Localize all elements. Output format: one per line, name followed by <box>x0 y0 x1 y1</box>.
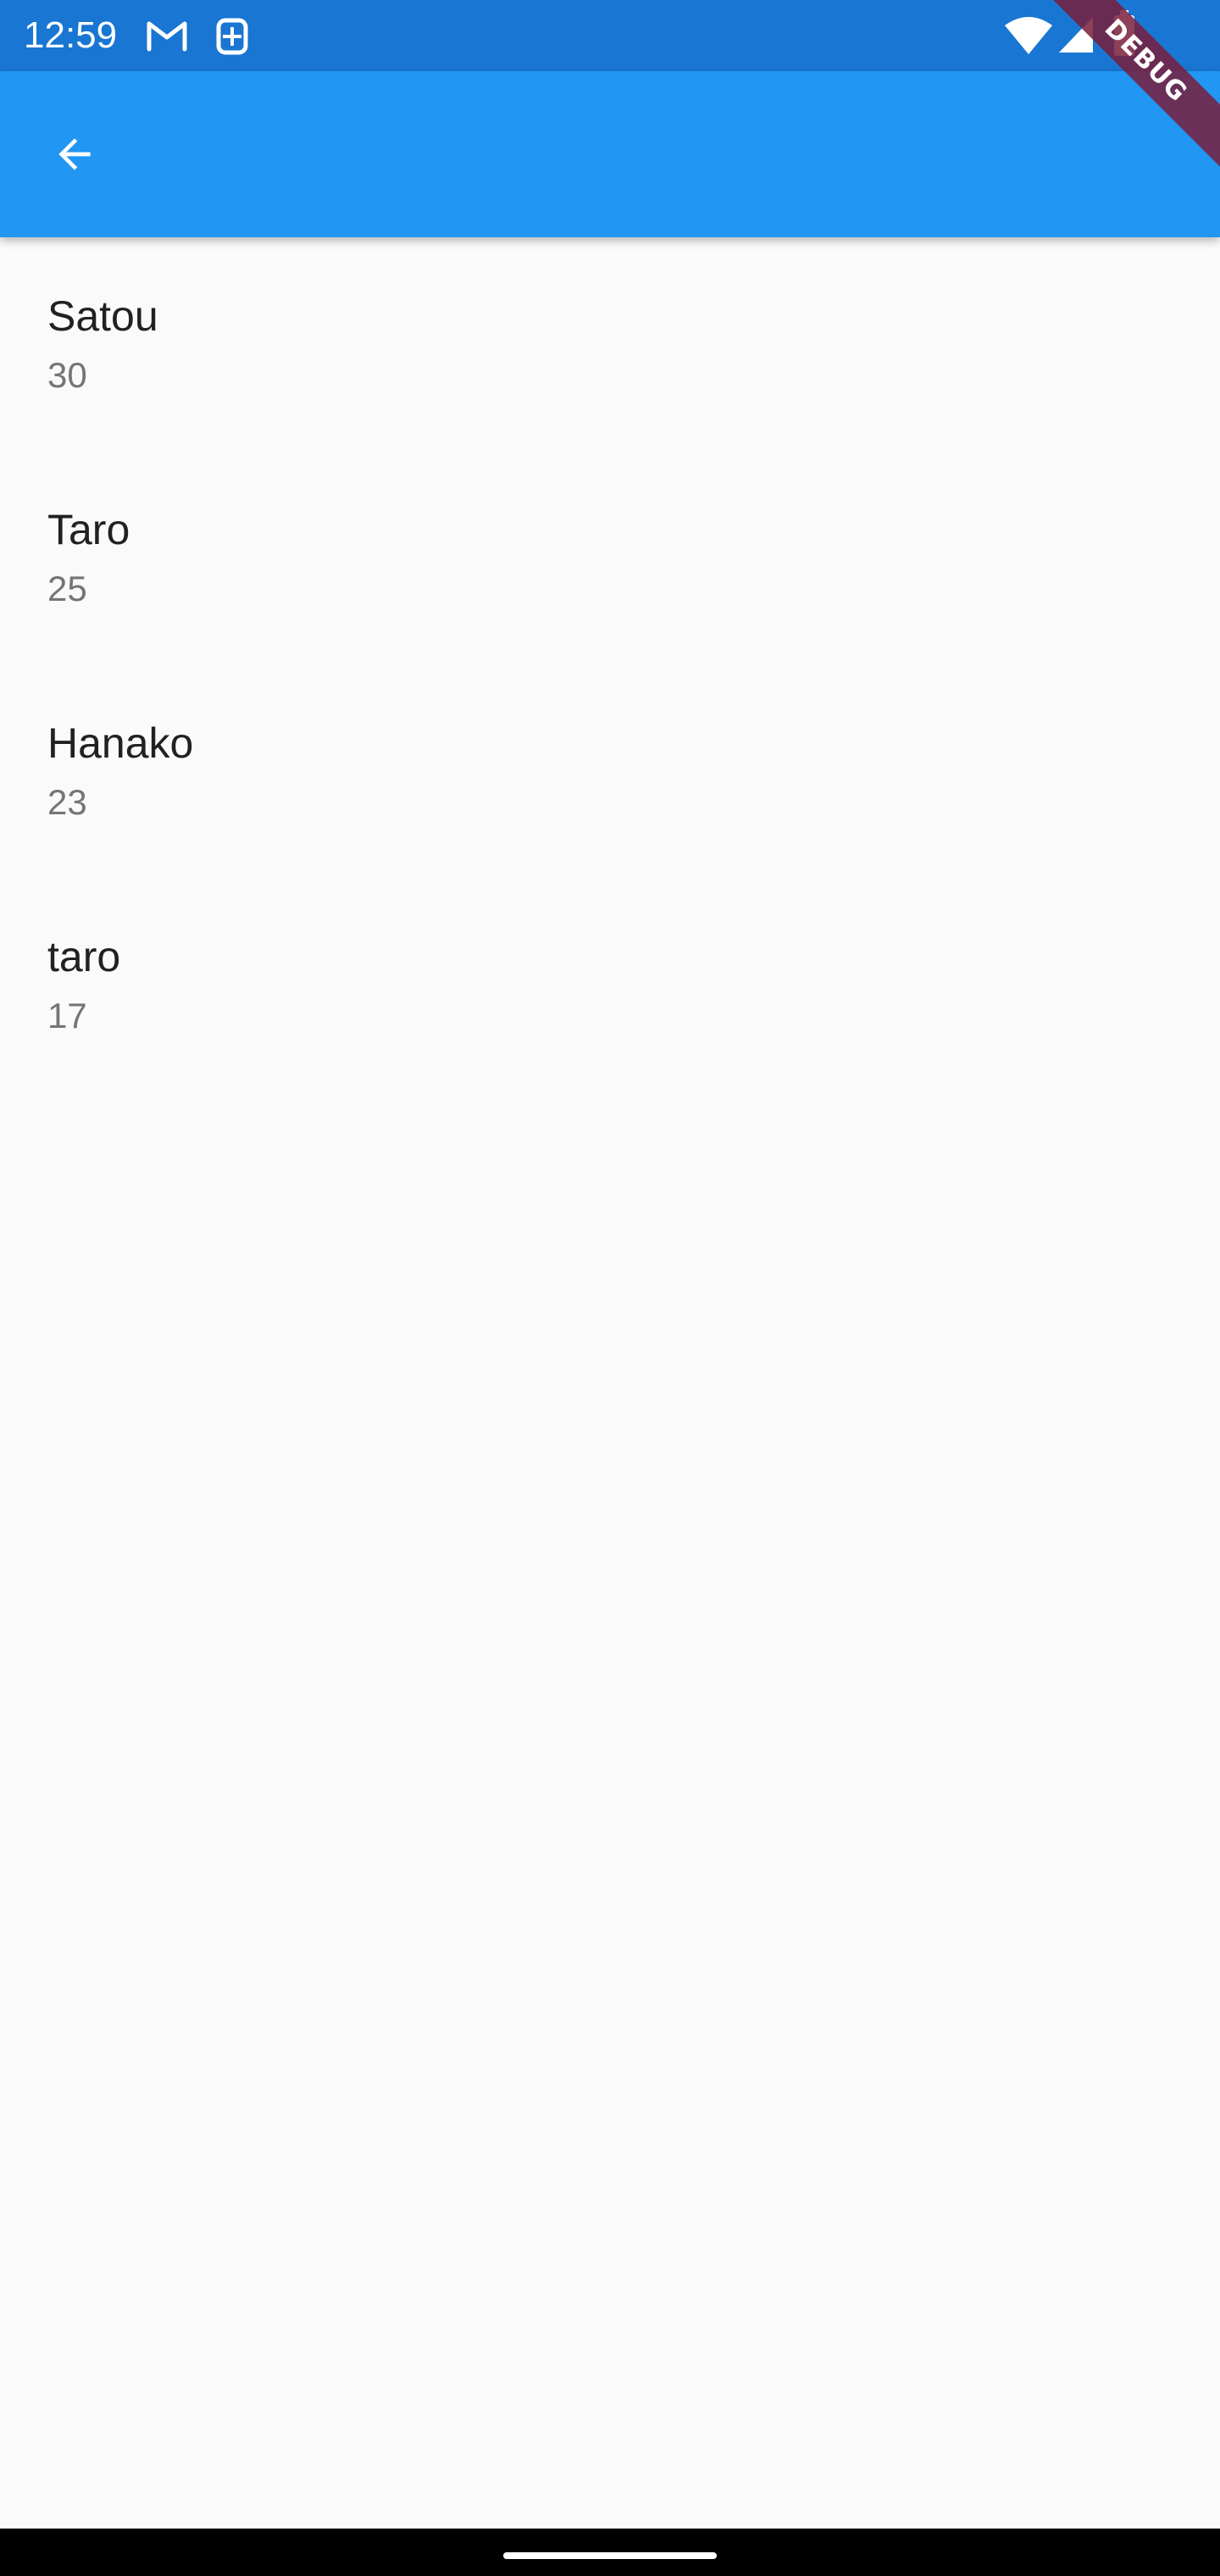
arrow-back-icon <box>58 138 91 170</box>
person-name: taro <box>47 933 121 980</box>
cellular-signal-icon <box>1059 17 1093 53</box>
person-age: 17 <box>47 996 87 1035</box>
home-indicator[interactable] <box>503 2552 717 2559</box>
sim-card-icon <box>216 18 248 55</box>
person-name: Hanako <box>47 719 194 767</box>
list-item[interactable]: Hanako 23 <box>0 664 1220 878</box>
wifi-icon <box>1005 17 1052 54</box>
app-bar <box>0 71 1220 237</box>
system-navigation-bar <box>0 2529 1220 2576</box>
people-list: Satou 30 Taro 25 Hanako 23 taro 17 <box>0 237 1220 1091</box>
list-item[interactable]: taro 17 <box>0 878 1220 1091</box>
person-age: 30 <box>47 355 87 395</box>
person-age: 23 <box>47 782 87 822</box>
person-name: Taro <box>47 506 130 553</box>
list-item[interactable]: Satou 30 <box>0 237 1220 451</box>
person-age: 25 <box>47 569 87 608</box>
list-item[interactable]: Taro 25 <box>0 451 1220 664</box>
status-time: 12:59 <box>24 14 118 56</box>
battery-icon <box>1114 10 1134 56</box>
gmail-icon <box>147 21 187 52</box>
person-name: Satou <box>47 292 158 340</box>
status-bar: 12:59 <box>0 0 1220 71</box>
back-button[interactable] <box>34 114 115 195</box>
